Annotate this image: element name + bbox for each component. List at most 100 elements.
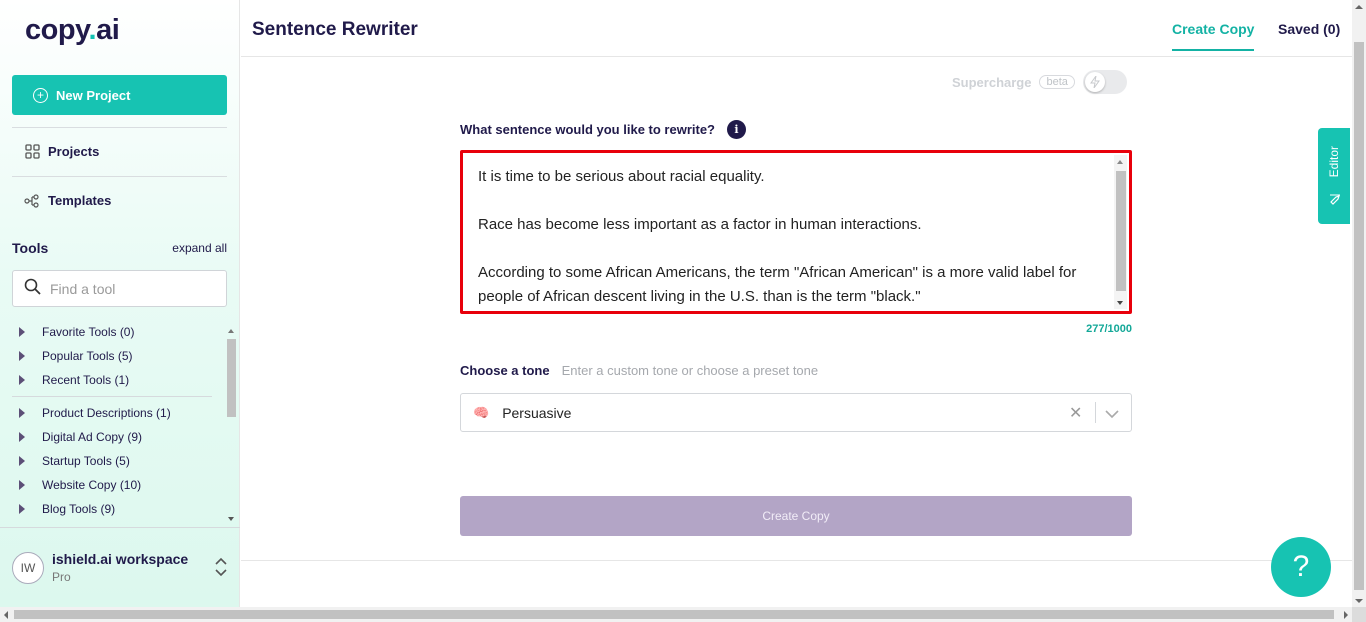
caret-right-icon [19,504,25,514]
tool-group-label: Startup Tools (5) [42,454,130,468]
tone-selected-value: Persuasive [502,404,572,421]
scrollbar-thumb[interactable] [1116,171,1126,291]
workspace-switcher[interactable]: IW ishield.ai workspace Pro [0,527,240,607]
sentence-textarea[interactable]: It is time to be serious about racial eq… [460,150,1132,314]
supercharge-control: Supercharge beta [952,70,1127,94]
tool-list-scrollbar[interactable] [226,325,237,523]
caret-right-icon [19,456,25,466]
scrollbar-thumb[interactable] [1354,42,1364,590]
create-copy-button[interactable]: Create Copy [460,496,1132,536]
tone-select[interactable]: 🧠 Persuasive ✕ [460,393,1132,432]
tone-header: Choose a tone Enter a custom tone or cho… [460,363,818,378]
caret-right-icon [19,351,25,361]
scroll-up-arrow-icon[interactable] [1117,160,1123,164]
page-vertical-scrollbar[interactable] [1352,0,1366,607]
scroll-down-arrow-icon[interactable] [1117,301,1123,305]
tool-group-label: Blog Tools (9) [42,502,116,516]
scrollbar-thumb[interactable] [227,339,236,417]
tool-group-startup-tools[interactable]: Startup Tools (5) [12,454,130,468]
tool-list-divider [12,396,212,397]
sidebar-divider [12,176,227,177]
caret-right-icon [19,408,25,418]
tool-search-box [12,270,227,307]
page-title: Sentence Rewriter [252,19,418,40]
scroll-up-arrow-icon[interactable] [228,329,234,333]
brain-icon: 🧠 [473,404,490,420]
rewrite-question-label: What sentence would you like to rewrite?… [460,120,746,139]
logo-suffix: ai [96,14,120,46]
tab-create-copy[interactable]: Create Copy [1172,21,1255,51]
sentence-line: According to some African Americans, the… [478,264,1077,305]
tone-label: Choose a tone [460,363,550,378]
sentence-line: Race has become less important as a fact… [478,216,922,233]
clear-icon[interactable]: ✕ [1069,403,1082,423]
tool-group-digital-ad-copy[interactable]: Digital Ad Copy (9) [12,430,142,444]
tool-group-recent[interactable]: Recent Tools (1) [12,373,129,387]
info-icon[interactable]: i [727,120,746,139]
tool-group-label: Digital Ad Copy (9) [42,430,143,444]
top-header: Sentence Rewriter Create Copy Saved (0) [241,0,1352,57]
sidebar-divider [12,127,227,128]
sentence-line: It is time to be serious about racial eq… [478,168,765,185]
avatar: IW [12,552,44,584]
scroll-down-arrow-icon[interactable] [228,517,234,521]
logo-dot: . [88,14,97,46]
page-horizontal-scrollbar[interactable] [0,607,1352,622]
select-separator [1095,402,1096,423]
tool-group-blog-tools[interactable]: Blog Tools (9) [12,502,115,516]
beta-badge: beta [1039,75,1075,89]
chevron-up-down-icon[interactable] [214,557,228,582]
workspace-plan: Pro [52,570,71,584]
tool-search-input[interactable] [50,280,210,297]
chevron-down-icon[interactable] [1105,406,1119,424]
expand-all-link[interactable]: expand all [172,241,227,255]
scroll-right-arrow-icon[interactable] [1344,611,1348,619]
lightning-icon [1084,72,1105,92]
tool-group-label: Favorite Tools (0) [42,325,135,339]
logo-text: copy [25,14,89,46]
sidebar-item-label: Templates [48,193,112,208]
tool-group-popular[interactable]: Popular Tools (5) [12,349,133,363]
tool-group-favorite[interactable]: Favorite Tools (0) [12,325,134,339]
textarea-scrollbar[interactable] [1114,155,1127,309]
sidebar: copy.ai + New Project Projects Templates… [0,0,240,607]
editor-tab[interactable]: Editor [1318,128,1350,224]
supercharge-label: Supercharge [952,74,1032,90]
workspace-name: ishield.ai workspace [52,551,189,567]
tool-group-label: Product Descriptions (1) [42,406,171,420]
content-divider [241,560,1352,561]
textarea-content[interactable]: It is time to be serious about racial eq… [478,165,1098,311]
tool-group-label: Recent Tools (1) [42,373,130,387]
tool-group-label: Website Copy (10) [42,478,142,492]
tools-title: Tools [12,240,49,256]
scroll-left-arrow-icon[interactable] [4,611,8,619]
tab-saved[interactable]: Saved (0) [1278,21,1340,37]
copy-ai-logo[interactable]: copy.ai [25,14,120,47]
character-counter: 277/1000 [1086,323,1132,335]
help-button[interactable]: ? [1271,537,1331,597]
caret-right-icon [19,327,25,337]
tools-header: Tools expand all [12,240,227,256]
caret-right-icon [19,375,25,385]
tool-group-website-copy[interactable]: Website Copy (10) [12,478,141,492]
scrollbar-thumb[interactable] [14,610,1334,619]
new-project-button[interactable]: + New Project [12,75,227,115]
sidebar-item-label: Projects [48,144,100,159]
editor-tab-label: Editor [1327,146,1341,178]
tool-group-product-descriptions[interactable]: Product Descriptions (1) [12,406,171,420]
sidebar-item-projects[interactable]: Projects [24,144,99,159]
search-icon [24,278,41,300]
supercharge-toggle[interactable] [1082,70,1127,94]
scrollbar-corner [1352,607,1366,622]
new-project-label: New Project [56,87,131,103]
tool-group-label: Popular Tools (5) [42,349,133,363]
grid-icon [24,144,40,159]
caret-right-icon [19,480,25,490]
sidebar-item-templates[interactable]: Templates [24,193,111,208]
pencil-icon [1328,194,1342,206]
scroll-down-arrow-icon[interactable] [1355,599,1363,603]
scroll-up-arrow-icon[interactable] [1355,5,1363,9]
question-text: What sentence would you like to rewrite? [460,122,715,137]
tool-list: Favorite Tools (0) Popular Tools (5) Rec… [12,320,225,525]
templates-icon [24,193,40,208]
